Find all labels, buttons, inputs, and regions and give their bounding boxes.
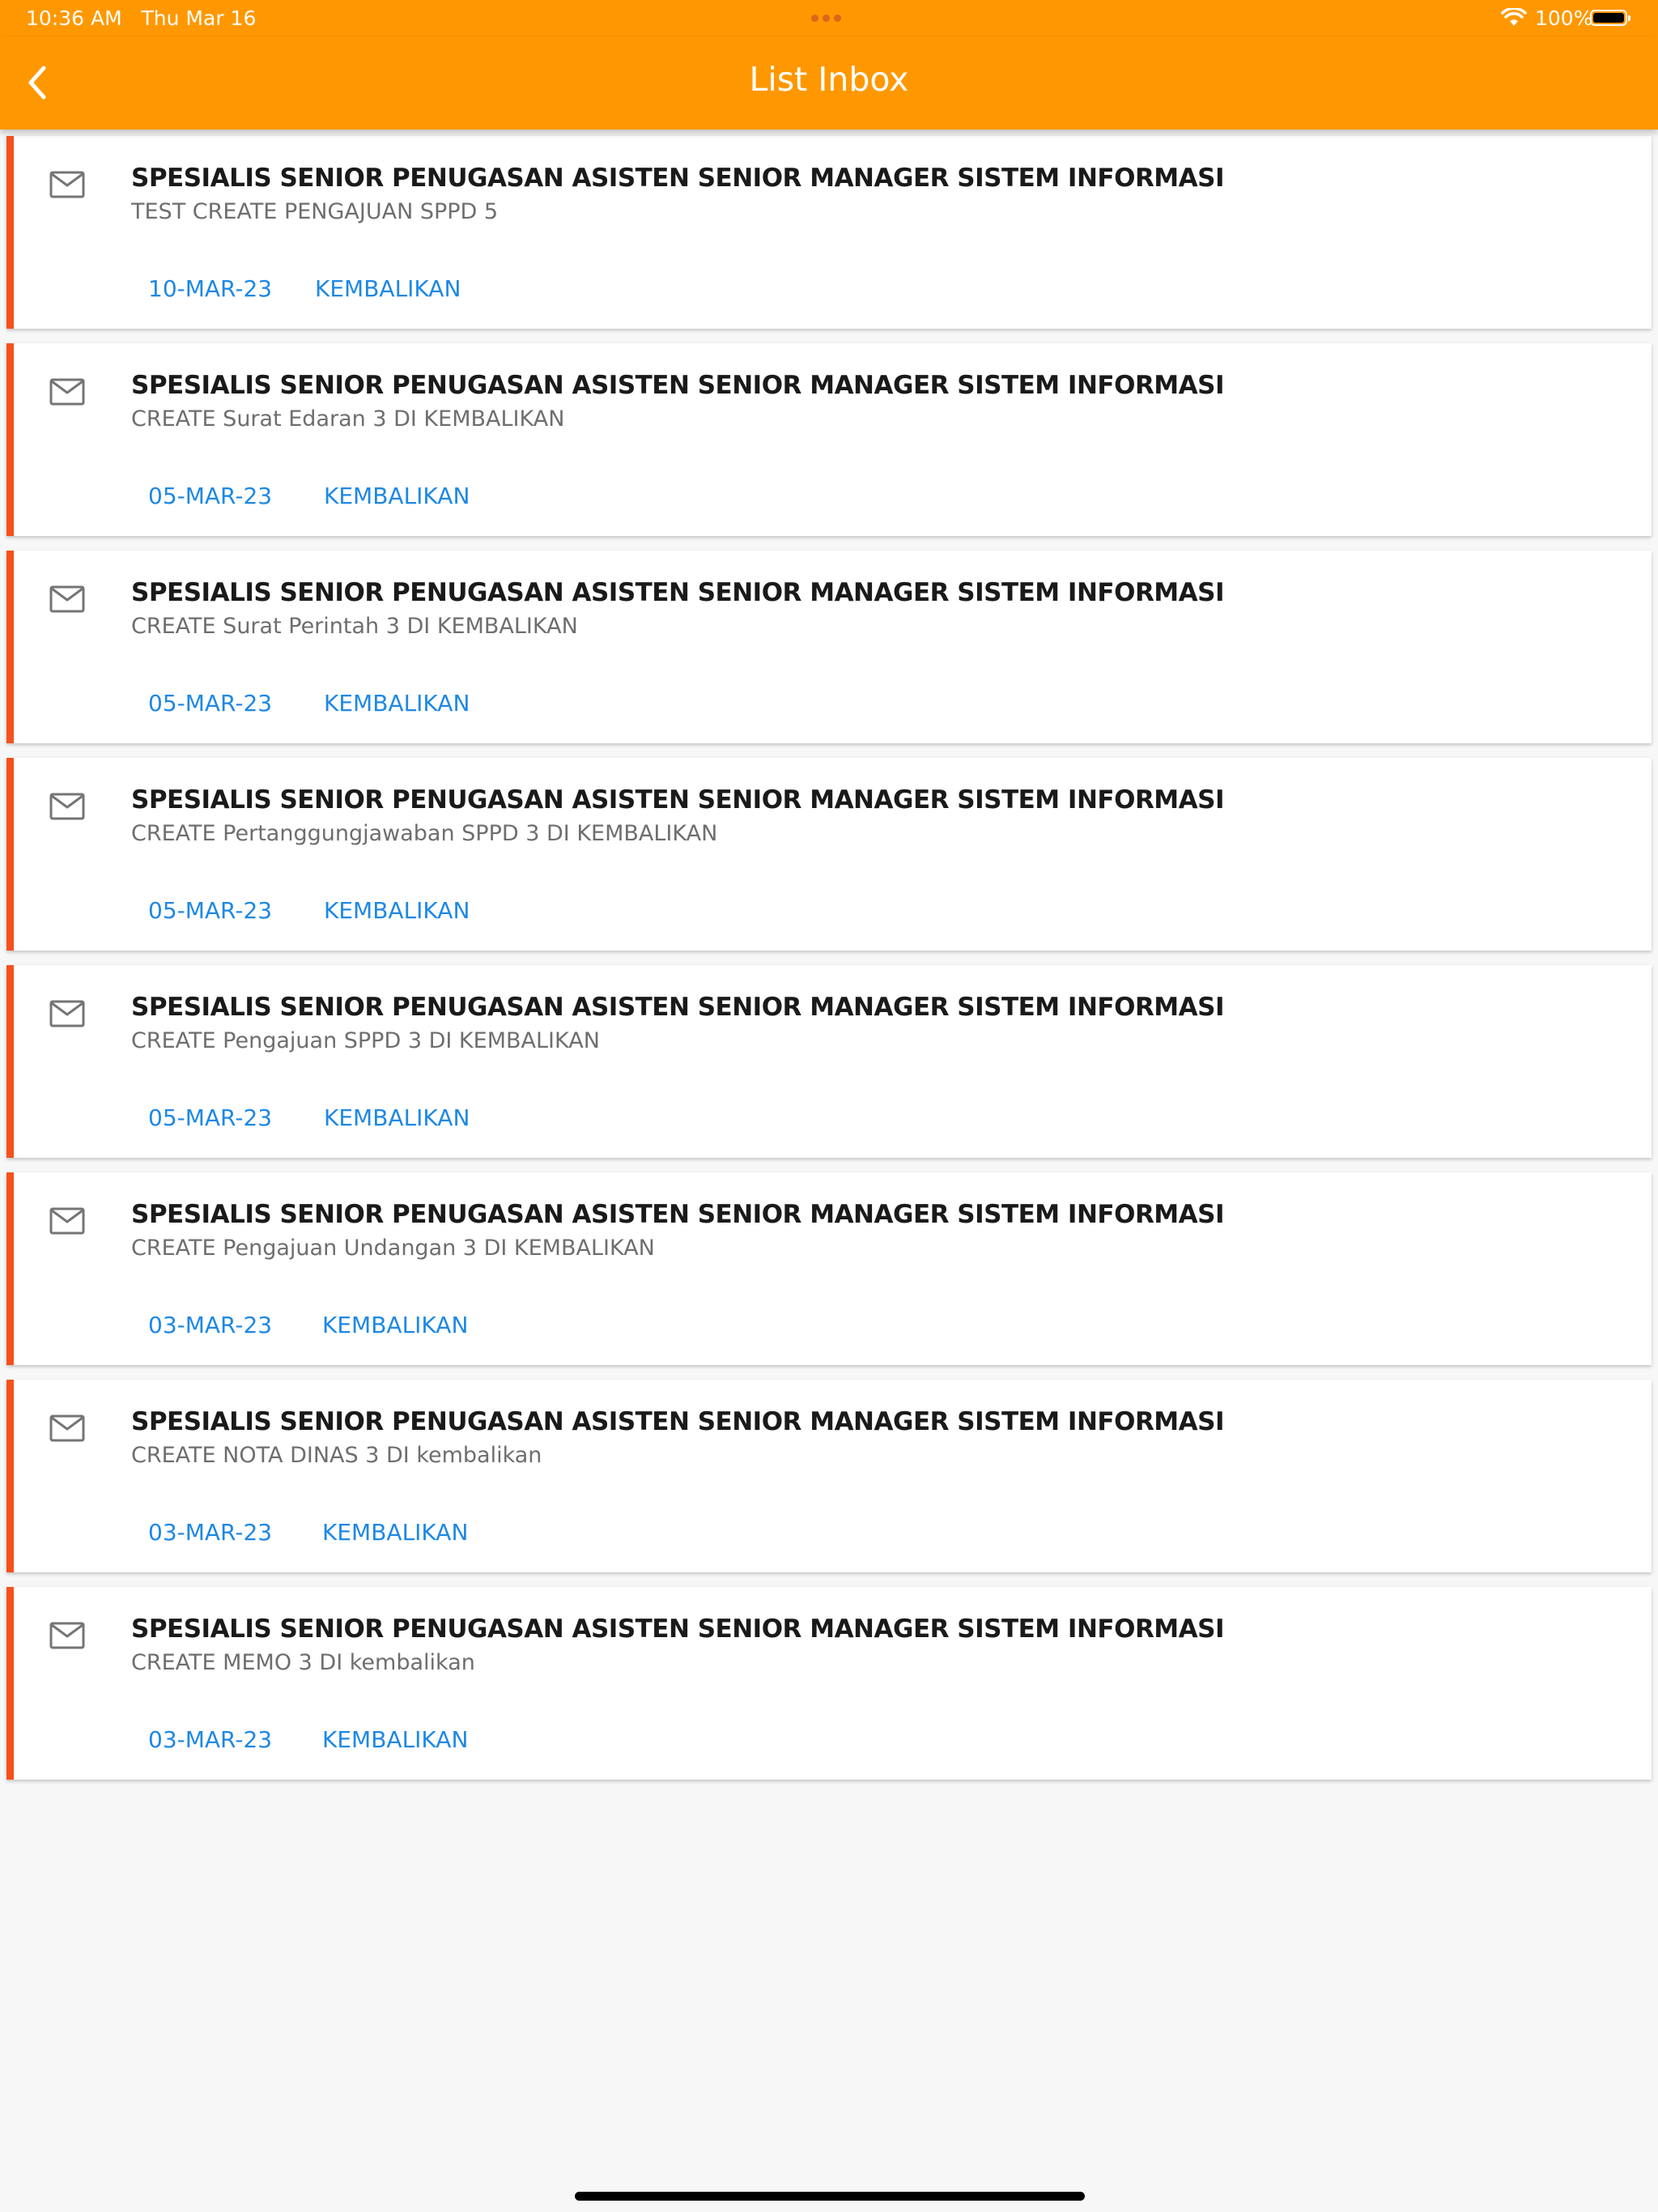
status-date-text: Thu Mar 16 — [141, 6, 257, 30]
inbox-item[interactable]: SPESIALIS SENIOR PENUGASAN ASISTEN SENIO… — [6, 965, 1652, 1158]
inbox-item[interactable]: SPESIALIS SENIOR PENUGASAN ASISTEN SENIO… — [6, 758, 1652, 951]
inbox-item-subtitle: CREATE NOTA DINAS 3 DI kembalikan — [131, 1443, 542, 1468]
kembalikan-button[interactable]: KEMBALIKAN — [324, 483, 470, 509]
inbox-item-date-button[interactable]: 10-MAR-23 — [148, 275, 272, 302]
mail-icon — [49, 1207, 85, 1235]
mail-icon — [49, 793, 85, 820]
kembalikan-button[interactable]: KEMBALIKAN — [324, 690, 470, 717]
kembalikan-button[interactable]: KEMBALIKAN — [322, 1726, 468, 1753]
inbox-item[interactable]: SPESIALIS SENIOR PENUGASAN ASISTEN SENIO… — [6, 1172, 1652, 1365]
inbox-item-title: SPESIALIS SENIOR PENUGASAN ASISTEN SENIO… — [131, 993, 1225, 1022]
inbox-item-subtitle: CREATE Surat Edaran 3 DI KEMBALIKAN — [131, 406, 565, 432]
inbox-list: SPESIALIS SENIOR PENUGASAN ASISTEN SENIO… — [6, 136, 1652, 1794]
status-bar: 10:36 AM Thu Mar 16 100% — [0, 0, 1658, 37]
inbox-item-title: SPESIALIS SENIOR PENUGASAN ASISTEN SENIO… — [131, 371, 1225, 400]
wifi-icon — [1501, 8, 1527, 26]
dot — [834, 15, 841, 22]
kembalikan-button[interactable]: KEMBALIKAN — [322, 1519, 468, 1546]
inbox-item-title: SPESIALIS SENIOR PENUGASAN ASISTEN SENIO… — [131, 1200, 1225, 1229]
inbox-item-date-button[interactable]: 03-MAR-23 — [148, 1726, 272, 1753]
kembalikan-button[interactable]: KEMBALIKAN — [322, 1312, 468, 1338]
inbox-item-title: SPESIALIS SENIOR PENUGASAN ASISTEN SENIO… — [131, 1407, 1225, 1436]
multitasking-dots-icon[interactable] — [811, 15, 841, 22]
inbox-item[interactable]: SPESIALIS SENIOR PENUGASAN ASISTEN SENIO… — [6, 1380, 1652, 1572]
page-title: List Inbox — [749, 60, 909, 99]
inbox-item-date-button[interactable]: 05-MAR-23 — [148, 483, 272, 509]
kembalikan-button[interactable]: KEMBALIKAN — [324, 897, 470, 924]
battery-icon — [1590, 10, 1630, 26]
inbox-item-date-button[interactable]: 05-MAR-23 — [148, 897, 272, 924]
inbox-item-subtitle: CREATE Pengajuan SPPD 3 DI KEMBALIKAN — [131, 1028, 600, 1053]
battery-percentage: 100% — [1535, 6, 1593, 30]
inbox-item-subtitle: CREATE Pengajuan Undangan 3 DI KEMBALIKA… — [131, 1236, 655, 1261]
inbox-item-subtitle: CREATE Surat Perintah 3 DI KEMBALIKAN — [131, 614, 578, 639]
inbox-item[interactable]: SPESIALIS SENIOR PENUGASAN ASISTEN SENIO… — [6, 551, 1652, 743]
inbox-item-title: SPESIALIS SENIOR PENUGASAN ASISTEN SENIO… — [131, 164, 1225, 193]
mail-icon — [49, 1414, 85, 1442]
inbox-item-title: SPESIALIS SENIOR PENUGASAN ASISTEN SENIO… — [131, 785, 1225, 815]
inbox-item[interactable]: SPESIALIS SENIOR PENUGASAN ASISTEN SENIO… — [6, 343, 1652, 536]
inbox-item-date-button[interactable]: 03-MAR-23 — [148, 1312, 272, 1338]
inbox-item-title: SPESIALIS SENIOR PENUGASAN ASISTEN SENIO… — [131, 1614, 1225, 1644]
inbox-item-subtitle: CREATE Pertanggungjawaban SPPD 3 DI KEMB… — [131, 821, 718, 846]
kembalikan-button[interactable]: KEMBALIKAN — [315, 275, 461, 302]
inbox-item[interactable]: SPESIALIS SENIOR PENUGASAN ASISTEN SENIO… — [6, 136, 1652, 329]
mail-icon — [49, 585, 85, 613]
inbox-item-date-button[interactable]: 03-MAR-23 — [148, 1519, 272, 1546]
status-time-text: 10:36 AM — [26, 6, 122, 30]
status-time: 10:36 AM Thu Mar 16 — [26, 6, 256, 30]
mail-icon — [49, 378, 85, 406]
dot — [823, 15, 830, 22]
inbox-item-subtitle: CREATE MEMO 3 DI kembalikan — [131, 1650, 475, 1675]
app-bar: List Inbox — [0, 37, 1658, 130]
mail-icon — [49, 171, 85, 198]
inbox-item-date-button[interactable]: 05-MAR-23 — [148, 1104, 272, 1131]
kembalikan-button[interactable]: KEMBALIKAN — [324, 1104, 470, 1131]
inbox-item-date-button[interactable]: 05-MAR-23 — [148, 690, 272, 717]
inbox-item-title: SPESIALIS SENIOR PENUGASAN ASISTEN SENIO… — [131, 578, 1225, 607]
inbox-item[interactable]: SPESIALIS SENIOR PENUGASAN ASISTEN SENIO… — [6, 1587, 1652, 1780]
inbox-item-subtitle: TEST CREATE PENGAJUAN SPPD 5 — [131, 199, 499, 224]
mail-icon — [49, 1000, 85, 1027]
home-indicator[interactable] — [575, 2192, 1085, 2201]
mail-icon — [49, 1622, 85, 1649]
dot — [811, 15, 818, 22]
